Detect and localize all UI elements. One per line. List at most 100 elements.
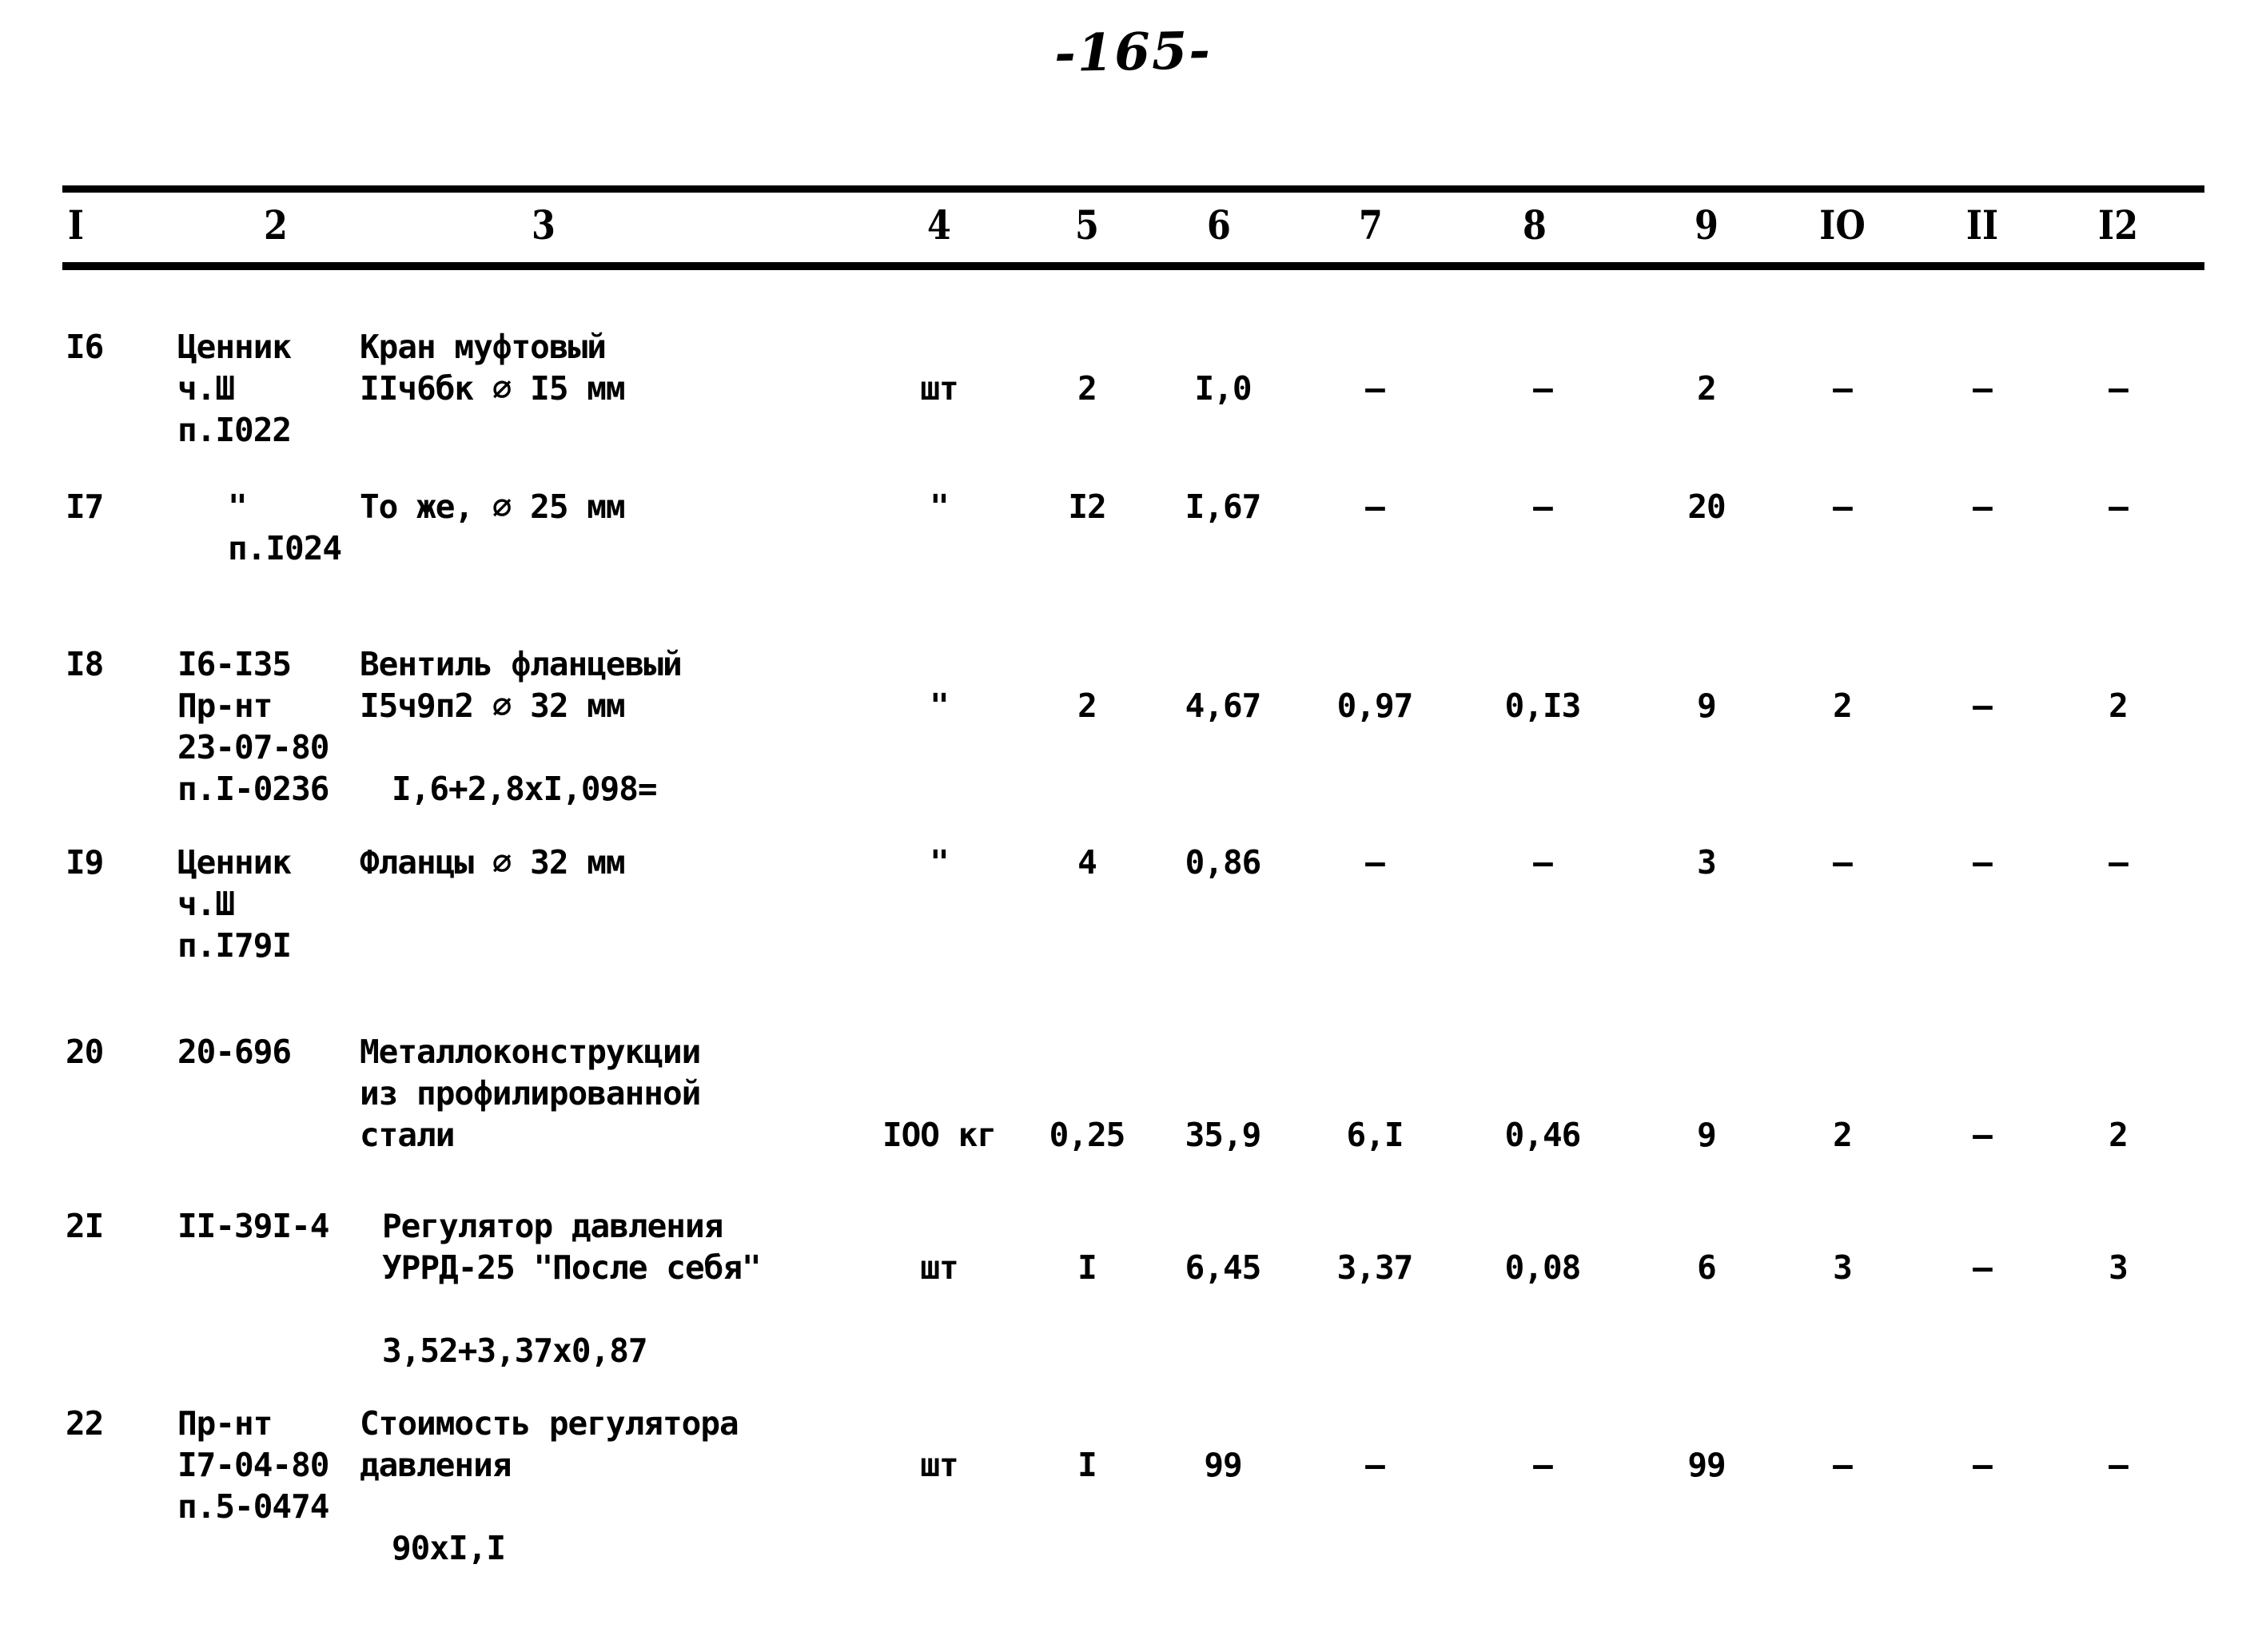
row-qty: I2: [1068, 488, 1106, 526]
row-col9: 20: [1687, 488, 1726, 526]
row-code: I6-I35 Пр-нт 23-07-80 п.I-0236: [177, 645, 329, 808]
row-col8: –: [1533, 843, 1553, 882]
row-unit: шт: [920, 1248, 958, 1287]
row-col8: –: [1533, 369, 1553, 408]
row-col11: –: [1973, 488, 1993, 526]
row-number: 2I: [66, 1207, 104, 1245]
row-col10: 2: [1833, 687, 1853, 725]
row-qty: 4: [1077, 843, 1097, 882]
row-col6: 6,45: [1185, 1248, 1262, 1287]
row-col6: 35,9: [1185, 1116, 1262, 1154]
row-unit: ": [930, 488, 950, 526]
row-qty: I: [1077, 1248, 1097, 1287]
column-header-11: II: [1965, 201, 1999, 249]
row-col10: –: [1833, 1446, 1853, 1484]
row-col11: –: [1973, 1248, 1993, 1287]
row-col6: I,0: [1194, 369, 1252, 408]
row-col8: –: [1533, 488, 1553, 526]
column-header-10: IO: [1819, 201, 1866, 249]
row-col11: –: [1973, 687, 1993, 725]
row-col11: –: [1973, 843, 1993, 882]
row-col10: –: [1833, 843, 1853, 882]
row-col6: 0,86: [1185, 843, 1262, 882]
row-col9: 99: [1687, 1446, 1726, 1484]
row-code: Ценник ч.Ш п.I022: [177, 328, 292, 449]
row-unit: шт: [920, 369, 958, 408]
row-formula: I,6+2,8xI,098=: [392, 770, 658, 808]
row-code: 20-696: [177, 1033, 292, 1071]
row-col12: 2: [2109, 1116, 2129, 1154]
row-col10: –: [1833, 369, 1853, 408]
row-number: I6: [66, 328, 104, 366]
row-description: Вентиль фланцевый I5ч9п2 ⌀ 32 мм: [360, 645, 683, 725]
column-header-6: 6: [1207, 201, 1231, 249]
row-description: Фланцы ⌀ 32 мм: [360, 843, 626, 882]
row-qty: 2: [1077, 687, 1097, 725]
row-description: Металлоконструкции из профилированной ст…: [360, 1033, 701, 1154]
row-col6: 99: [1204, 1446, 1242, 1484]
row-qty: 2: [1077, 369, 1097, 408]
row-description: Кран муфтовый IIч6бк ⌀ I5 мм: [360, 328, 626, 408]
row-col8: 0,46: [1504, 1116, 1582, 1154]
row-col8: 0,08: [1504, 1248, 1582, 1287]
row-qty: I: [1077, 1446, 1097, 1484]
row-qty: 0,25: [1049, 1116, 1126, 1154]
row-code: II-39I-4: [177, 1207, 329, 1245]
row-formula: 90xI,I: [392, 1529, 506, 1567]
row-number: I7: [66, 488, 104, 526]
row-col12: –: [2109, 843, 2129, 882]
column-header-5: 5: [1075, 201, 1099, 249]
row-col10: 2: [1833, 1116, 1853, 1154]
row-col7: –: [1365, 488, 1385, 526]
row-col7: 0,97: [1336, 687, 1414, 725]
row-col7: –: [1365, 1446, 1385, 1484]
row-col8: –: [1533, 1446, 1553, 1484]
column-header-3: 3: [532, 201, 556, 249]
column-header-8: 8: [1523, 201, 1547, 249]
page-number: -165-: [1053, 20, 1213, 85]
row-col9: 3: [1697, 843, 1717, 882]
row-col12: 3: [2109, 1248, 2129, 1287]
row-unit: ": [930, 687, 950, 725]
row-code: " п.I024: [228, 488, 342, 567]
row-description: То же, ⌀ 25 мм: [360, 488, 626, 526]
row-col7: –: [1365, 369, 1385, 408]
row-number: I8: [66, 645, 104, 683]
row-number: 20: [66, 1033, 104, 1071]
row-col11: –: [1973, 369, 1993, 408]
row-col9: 9: [1697, 1116, 1717, 1154]
row-code: Ценник ч.Ш п.I79I: [177, 843, 292, 965]
table-header-row: I 2 3 4 5 6 7 8 9 IO II I2: [0, 201, 2266, 253]
row-col6: I,67: [1185, 488, 1262, 526]
row-col7: 6,I: [1346, 1116, 1404, 1154]
column-header-1: I: [67, 201, 85, 249]
row-col9: 6: [1697, 1248, 1717, 1287]
column-header-4: 4: [927, 201, 951, 249]
row-col12: –: [2109, 1446, 2129, 1484]
row-code: Пр-нт I7-04-80 п.5-0474: [177, 1404, 329, 1526]
row-description: Регулятор давления УРРД-25 "После себя": [382, 1207, 762, 1287]
row-unit: IOO кг: [882, 1116, 997, 1154]
column-header-7: 7: [1359, 201, 1383, 249]
row-col9: 2: [1697, 369, 1717, 408]
row-col9: 9: [1697, 687, 1717, 725]
column-header-9: 9: [1695, 201, 1718, 249]
row-unit: шт: [920, 1446, 958, 1484]
row-col7: –: [1365, 843, 1385, 882]
row-col11: –: [1973, 1446, 1993, 1484]
table-top-rule: [62, 185, 2204, 193]
row-col7: 3,37: [1336, 1248, 1414, 1287]
column-header-2: 2: [264, 201, 288, 249]
row-formula: 3,52+3,37x0,87: [382, 1332, 648, 1370]
row-number: 22: [66, 1404, 104, 1443]
row-col12: –: [2109, 488, 2129, 526]
row-unit: ": [930, 843, 950, 882]
row-col11: –: [1973, 1116, 1993, 1154]
row-col10: 3: [1833, 1248, 1853, 1287]
row-col12: 2: [2109, 687, 2129, 725]
row-col8: 0,I3: [1504, 687, 1582, 725]
row-col6: 4,67: [1185, 687, 1262, 725]
table-header-bottom-rule: [62, 262, 2204, 270]
row-number: I9: [66, 843, 104, 882]
column-header-12: I2: [2097, 201, 2139, 249]
